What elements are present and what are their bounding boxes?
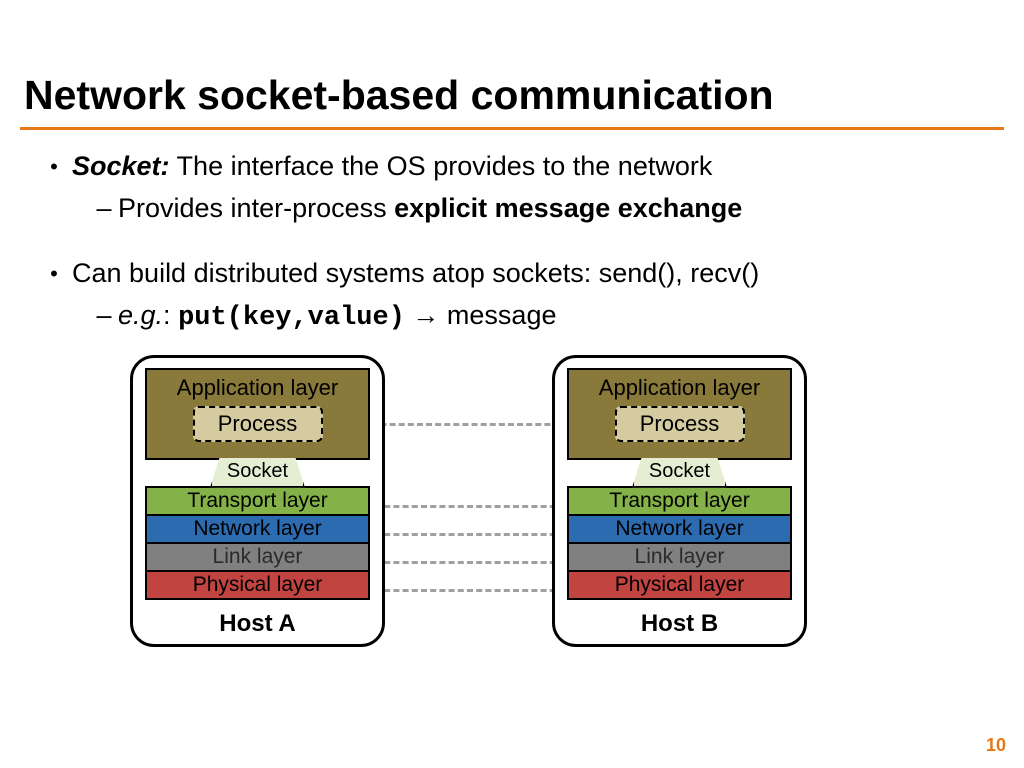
conn-physical <box>375 589 565 592</box>
eg-code: put(key,value) <box>178 303 405 333</box>
conn-transport <box>375 505 565 508</box>
host-b-transport: Transport layer <box>567 486 792 516</box>
host-a-label: Host A <box>145 608 370 640</box>
bullet-build-dist: • Can build distributed systems atop soc… <box>36 255 988 291</box>
socket-def-text: The interface the OS provides to the net… <box>170 151 713 181</box>
host-a-app-label: Application layer <box>177 375 338 400</box>
conn-link <box>375 561 565 564</box>
host-b-link: Link layer <box>567 542 792 572</box>
host-a: Application layer Process Socket Transpo… <box>130 355 385 647</box>
build-dist-text: Can build distributed systems atop socke… <box>72 255 759 291</box>
host-b-socket: Socket <box>632 458 727 488</box>
content-area: • Socket: The interface the OS provides … <box>0 148 1024 685</box>
host-b-app-label: Application layer <box>599 375 760 400</box>
host-a-transport: Transport layer <box>145 486 370 516</box>
provides-lead: Provides inter-process <box>118 193 394 223</box>
eg-colon: : <box>163 300 178 330</box>
page-title: Network socket-based communication <box>0 0 1024 127</box>
host-a-app-layer: Application layer Process <box>145 368 370 460</box>
bullet-provides: – Provides inter-process explicit messag… <box>90 190 988 226</box>
host-b-label: Host B <box>567 608 792 640</box>
host-a-physical: Physical layer <box>145 570 370 600</box>
host-a-process: Process <box>193 406 323 442</box>
eg-lead: e.g. <box>118 300 163 330</box>
host-b-app-layer: Application layer Process <box>567 368 792 460</box>
host-a-network: Network layer <box>145 514 370 544</box>
eg-arrow: → <box>405 300 447 330</box>
socket-term: Socket: <box>72 151 170 181</box>
title-rule <box>20 127 1004 130</box>
host-a-link: Link layer <box>145 542 370 572</box>
bullet-eg: – e.g.: put(key,value) → message <box>90 297 988 336</box>
host-b-process: Process <box>615 406 745 442</box>
eg-rest: message <box>447 300 557 330</box>
bullet-socket-def: • Socket: The interface the OS provides … <box>36 148 988 184</box>
host-b-network: Network layer <box>567 514 792 544</box>
conn-network <box>375 533 565 536</box>
network-diagram: Application layer Process Socket Transpo… <box>102 355 922 685</box>
page-number: 10 <box>986 735 1006 756</box>
host-b-physical: Physical layer <box>567 570 792 600</box>
host-a-socket: Socket <box>210 458 305 488</box>
host-b: Application layer Process Socket Transpo… <box>552 355 807 647</box>
provides-bold: explicit message exchange <box>394 193 742 223</box>
